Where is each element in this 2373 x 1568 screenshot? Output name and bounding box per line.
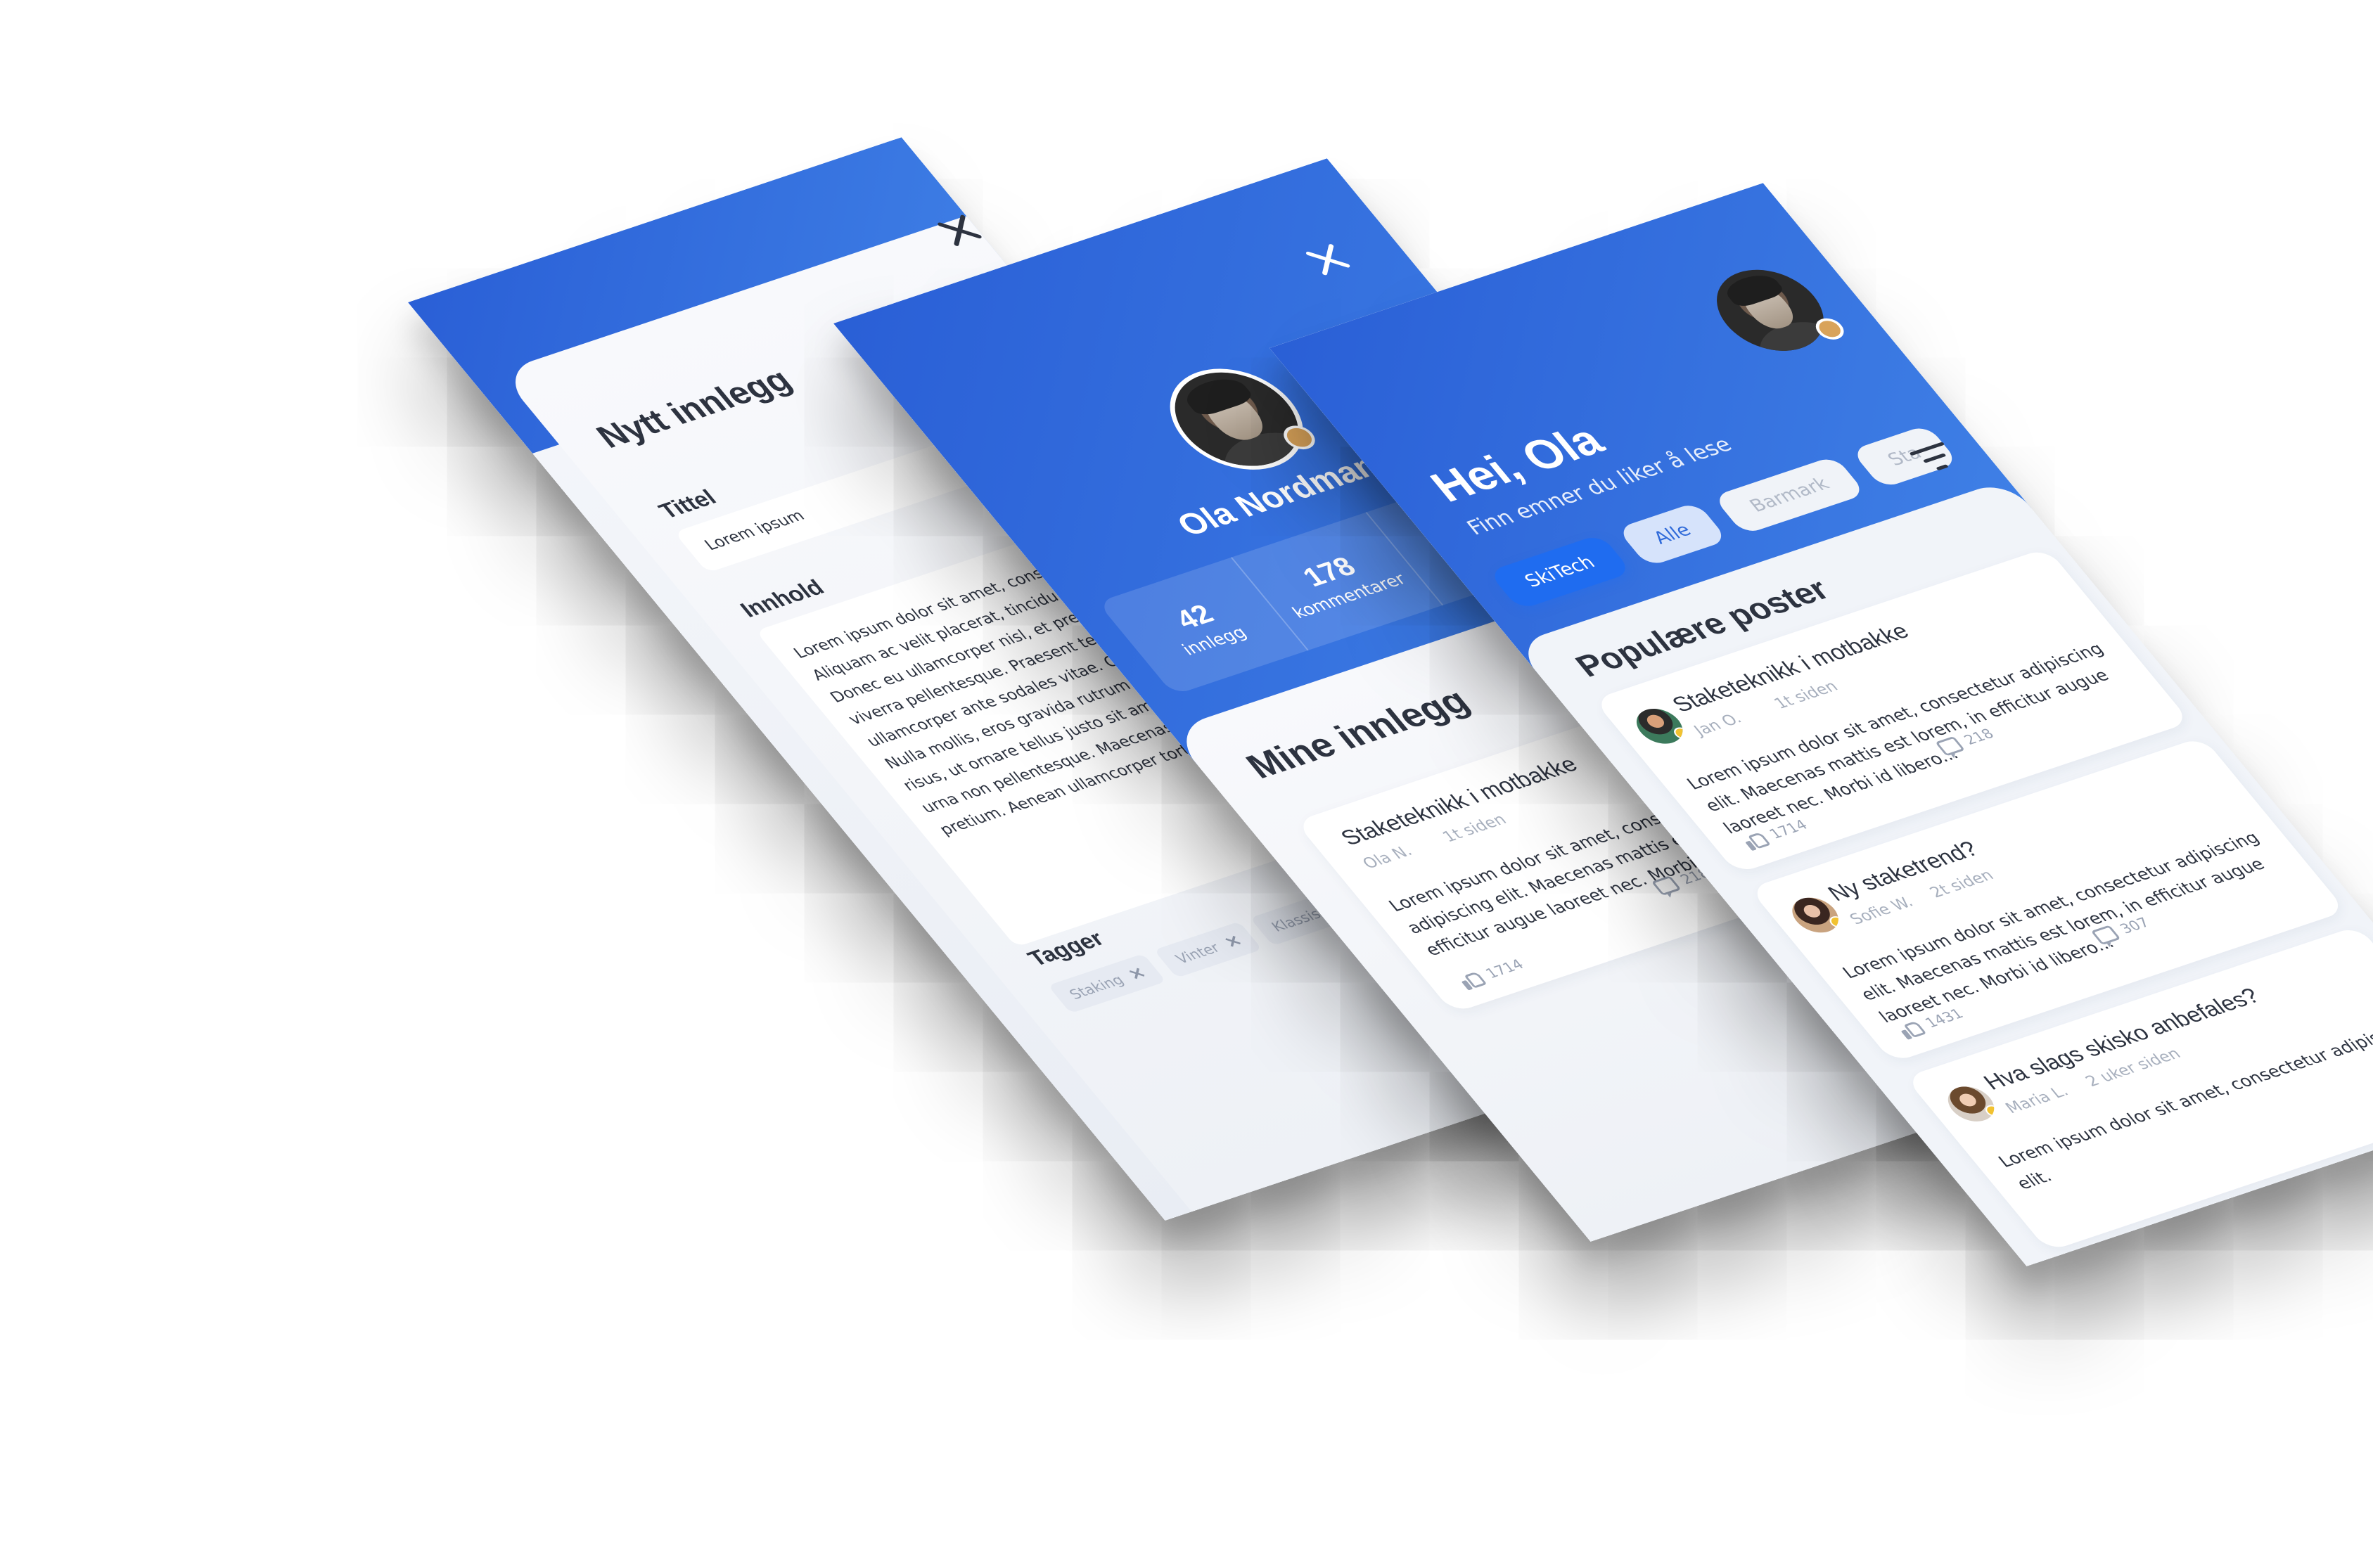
like-count[interactable]: 1714 bbox=[1456, 956, 1528, 991]
remove-tag-icon[interactable] bbox=[1127, 966, 1147, 981]
like-icon bbox=[1456, 969, 1487, 990]
tag-label: Vinter bbox=[1172, 939, 1224, 968]
remove-tag-icon[interactable] bbox=[1222, 934, 1243, 949]
post-author: Jan O. bbox=[1690, 710, 1746, 740]
post-author: Ola N. bbox=[1359, 842, 1416, 873]
mockup-stage: Nytt innlegg Tittel Lorem ipsum Innhold … bbox=[0, 0, 2373, 1568]
stat-value: 42 bbox=[1169, 598, 1220, 635]
like-count-value: 1714 bbox=[1481, 956, 1528, 982]
